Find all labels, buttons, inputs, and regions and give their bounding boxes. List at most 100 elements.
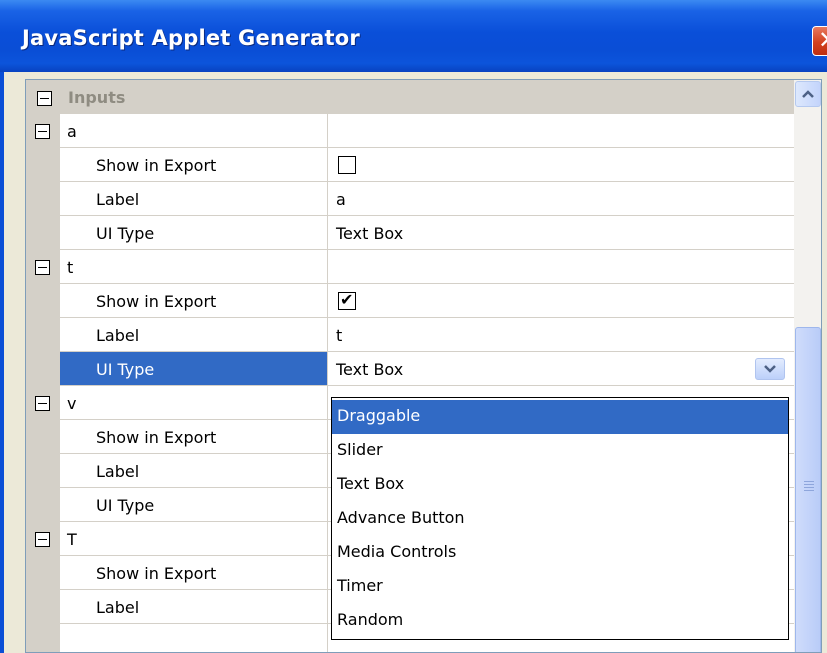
dropdown-option-text-box[interactable]: Text Box <box>332 468 788 502</box>
property-row[interactable]: Label a <box>26 182 794 216</box>
dropdown-option-media-controls[interactable]: Media Controls <box>332 536 788 570</box>
property-row[interactable]: Label t <box>26 318 794 352</box>
option-label: Timer <box>337 576 383 595</box>
show-in-export-checkbox[interactable] <box>338 156 356 174</box>
property-name-cell: Label <box>60 318 328 352</box>
group-row-a[interactable]: a <box>26 114 794 148</box>
row-margin <box>26 216 60 250</box>
dropdown-option-timer[interactable]: Timer <box>332 570 788 604</box>
property-name-cell: Label <box>60 454 328 488</box>
row-margin <box>26 318 60 352</box>
show-in-export-checkbox[interactable]: ✔ <box>338 290 356 310</box>
property-value-cell[interactable]: Text Box <box>328 216 794 250</box>
option-label: Advance Button <box>337 508 465 527</box>
option-label: Media Controls <box>337 542 457 561</box>
group-name-cell: T <box>60 522 328 556</box>
property-name-cell: Show in Export <box>60 148 328 182</box>
chevron-up-icon <box>802 90 814 98</box>
property-label: Label <box>96 190 140 209</box>
row-margin <box>26 590 60 624</box>
close-icon: ✕ <box>818 26 827 54</box>
property-label: UI Type <box>96 496 155 515</box>
property-value-cell[interactable]: t <box>328 318 794 352</box>
title-bar[interactable]: JavaScript Applet Generator ✕ <box>0 0 827 72</box>
group-row-t[interactable]: t <box>26 250 794 284</box>
row-margin <box>26 148 60 182</box>
property-label: Label <box>96 326 140 345</box>
property-name-cell: UI Type <box>60 488 328 522</box>
grip-line <box>804 481 814 482</box>
property-label: Show in Export <box>96 428 217 447</box>
group-value-cell <box>328 114 794 148</box>
property-name-cell: UI Type <box>60 352 328 386</box>
checkmark-icon: ✔ <box>340 290 354 309</box>
property-value: Text Box <box>336 224 404 243</box>
property-row-selected[interactable]: UI Type Text Box <box>26 352 794 386</box>
collapse-icon[interactable] <box>35 124 50 139</box>
row-margin <box>26 522 60 556</box>
property-value: a <box>336 190 346 209</box>
property-row[interactable]: Show in Export <box>26 148 794 182</box>
row-margin <box>26 488 60 522</box>
row-margin <box>26 624 60 652</box>
property-value-cell[interactable] <box>328 148 794 182</box>
row-margin <box>26 182 60 216</box>
property-label: UI Type <box>96 360 155 379</box>
option-label: Slider <box>337 440 383 459</box>
grip-line <box>804 490 814 491</box>
ui-type-dropdown-list: Draggable Slider Text Box Advance Button… <box>331 397 789 640</box>
group-name: T <box>67 530 77 549</box>
collapse-icon[interactable] <box>35 260 50 275</box>
dropdown-option-random[interactable]: Random <box>332 604 788 638</box>
property-row[interactable]: UI Type Text Box <box>26 216 794 250</box>
property-name-cell: Label <box>60 182 328 216</box>
category-row-inputs[interactable]: Inputs <box>26 80 794 114</box>
property-label: Label <box>96 462 140 481</box>
property-name-cell: UI Type <box>60 216 328 250</box>
window-border <box>0 72 4 653</box>
property-name-cell: Show in Export <box>60 420 328 454</box>
property-value-cell[interactable]: ✔ <box>328 284 794 318</box>
category-label: Inputs <box>68 88 126 107</box>
group-name-cell: a <box>60 114 328 148</box>
dropdown-option-advance-button[interactable]: Advance Button <box>332 502 788 536</box>
applet-generator-window: JavaScript Applet Generator ✕ Inputs a S… <box>0 0 827 653</box>
property-name-cell <box>60 624 328 652</box>
collapse-icon[interactable] <box>35 396 50 411</box>
row-margin <box>26 250 60 284</box>
property-value: Text Box <box>336 360 404 379</box>
dropdown-option-slider[interactable]: Slider <box>332 434 788 468</box>
property-row[interactable]: Show in Export ✔ <box>26 284 794 318</box>
scroll-up-button[interactable] <box>795 81 821 107</box>
ui-type-combobox[interactable]: Text Box <box>328 352 794 386</box>
property-value: t <box>336 326 343 345</box>
row-margin <box>26 420 60 454</box>
group-name: t <box>67 258 74 277</box>
property-label: UI Type <box>96 224 155 243</box>
window-title: JavaScript Applet Generator <box>22 26 360 50</box>
group-name-cell: v <box>60 386 328 420</box>
vertical-scrollbar[interactable] <box>794 80 821 652</box>
row-margin <box>26 284 60 318</box>
property-name-cell: Show in Export <box>60 556 328 590</box>
property-label: Show in Export <box>96 156 217 175</box>
collapse-icon[interactable] <box>37 91 52 106</box>
property-name-cell: Show in Export <box>60 284 328 318</box>
row-margin <box>26 454 60 488</box>
group-value-cell <box>328 250 794 284</box>
row-margin <box>26 386 60 420</box>
property-label: Show in Export <box>96 292 217 311</box>
property-label: Show in Export <box>96 564 217 583</box>
property-name-cell: Label <box>60 590 328 624</box>
dropdown-option-draggable[interactable]: Draggable <box>332 400 788 434</box>
scroll-thumb[interactable] <box>795 327 821 652</box>
grip-line <box>804 487 814 488</box>
dropdown-button[interactable] <box>755 358 785 380</box>
option-label: Text Box <box>337 474 405 493</box>
group-name-cell: t <box>60 250 328 284</box>
group-name: a <box>67 122 77 141</box>
property-value-cell[interactable]: a <box>328 182 794 216</box>
row-margin <box>26 114 60 148</box>
collapse-icon[interactable] <box>35 532 50 547</box>
close-button[interactable]: ✕ <box>812 26 827 56</box>
